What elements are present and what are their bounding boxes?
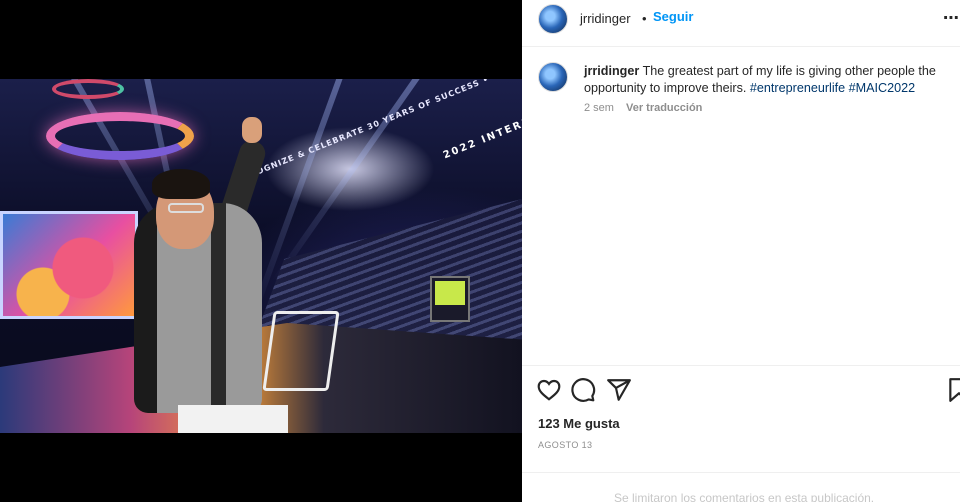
media-panel: RECOGNIZE & CELEBRATE 30 YEARS OF SUCCES… bbox=[0, 0, 522, 502]
post-header: jrridinger • Seguir ⋯ bbox=[522, 0, 960, 47]
post-modal: RECOGNIZE & CELEBRATE 30 YEARS OF SUCCES… bbox=[0, 0, 960, 502]
hashtag-link[interactable]: #MAIC2022 bbox=[849, 81, 916, 95]
bookmark-icon[interactable] bbox=[946, 377, 960, 403]
more-options-icon[interactable]: ⋯ bbox=[943, 8, 960, 28]
comments-disabled-notice: Se limitaron los comentarios en esta pub… bbox=[614, 491, 875, 502]
header-username[interactable]: jrridinger bbox=[580, 11, 631, 26]
likes-count[interactable]: 123 Me gusta bbox=[538, 416, 620, 431]
comments-footer: Se limitaron los comentarios en esta pub… bbox=[522, 472, 960, 502]
post-date: AGOSTO 13 bbox=[538, 440, 593, 450]
time-ago[interactable]: 2 sem bbox=[584, 102, 614, 114]
action-bar bbox=[522, 365, 960, 413]
hashtag-link[interactable]: #entrepreneurlife bbox=[750, 81, 845, 95]
post-photo[interactable]: RECOGNIZE & CELEBRATE 30 YEARS OF SUCCES… bbox=[0, 79, 522, 433]
stage-banner-right: 2022 INTERNA bbox=[441, 111, 522, 162]
caption-username[interactable]: jrridinger bbox=[584, 64, 639, 78]
paper-plane-icon[interactable] bbox=[606, 377, 632, 403]
speaker-figure bbox=[120, 117, 320, 433]
comment-icon[interactable] bbox=[570, 377, 596, 403]
translate-button[interactable]: Ver traducción bbox=[626, 102, 702, 114]
caption-avatar[interactable] bbox=[538, 62, 568, 92]
follow-button[interactable]: Seguir bbox=[653, 9, 693, 24]
heart-icon[interactable] bbox=[536, 377, 562, 403]
avatar[interactable] bbox=[538, 4, 568, 34]
post-side-panel: jrridinger • Seguir ⋯ jrridinger The gre… bbox=[522, 0, 960, 502]
post-caption: jrridinger The greatest part of my life … bbox=[584, 63, 954, 97]
caption-meta: 2 sem Ver traducción bbox=[584, 102, 702, 114]
separator-dot: • bbox=[642, 11, 647, 26]
